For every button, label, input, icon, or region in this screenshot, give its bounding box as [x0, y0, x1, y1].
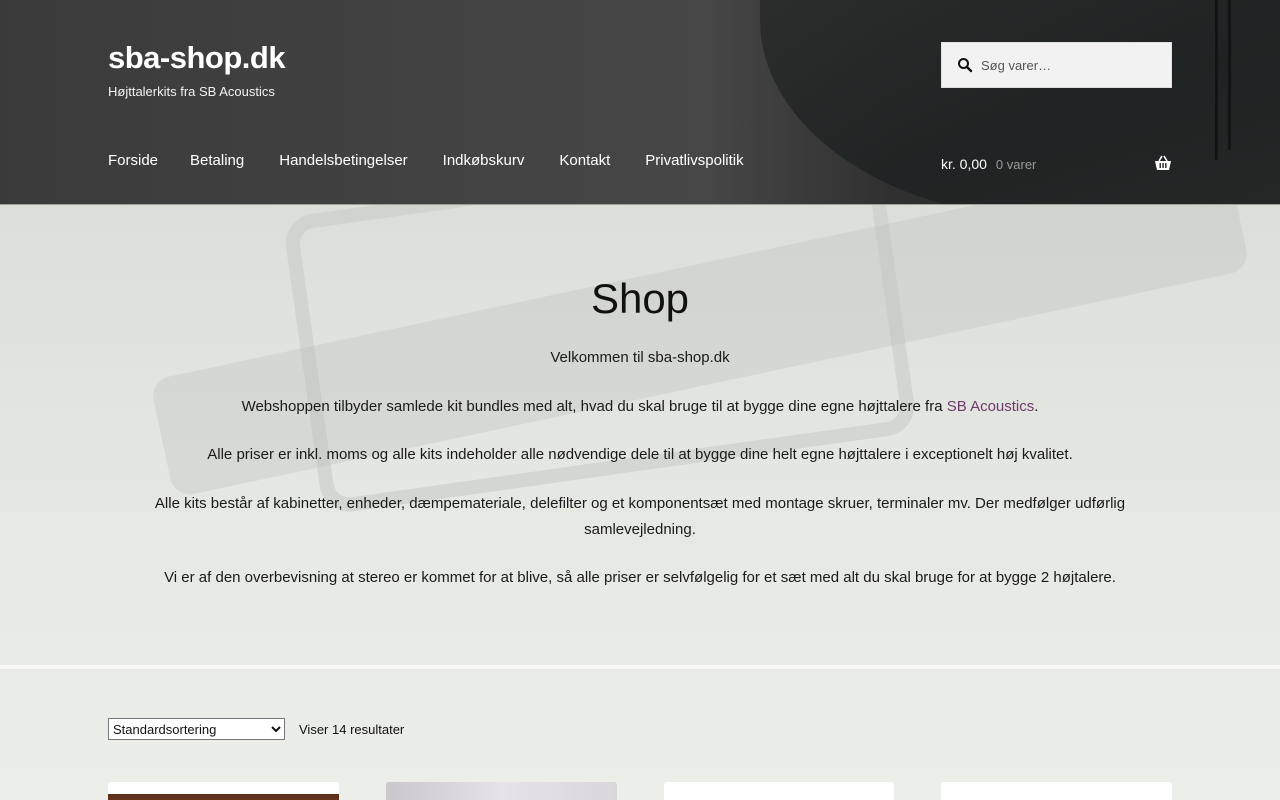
- nav-item-indkobskurv[interactable]: Indkøbskurv: [443, 152, 525, 169]
- header-background-detail: [1228, 0, 1231, 150]
- product-grid: [108, 782, 1172, 800]
- product-card[interactable]: [385, 782, 617, 800]
- intro-paragraph: Alle priser er inkl. moms og alle kits i…: [207, 446, 1073, 463]
- intro-paragraph: Alle kits består af kabinetter, enheder,…: [154, 494, 1126, 538]
- shop-toolbar: Standardsortering Viser 14 resultater: [108, 718, 404, 740]
- intro-paragraph: Vi er af den overbevisning at stereo er …: [164, 569, 1116, 586]
- nav-item-handelsbetingelser[interactable]: Handelsbetingelser: [279, 152, 407, 169]
- nav-item-betaling[interactable]: Betaling: [190, 152, 244, 169]
- site-header: sba-shop.dk Højttalerkits fra SB Acousti…: [0, 0, 1280, 205]
- intro-text: Webshoppen tilbyder samlede kit bundles …: [241, 397, 947, 415]
- intro-text: .: [1034, 397, 1039, 415]
- header-background-detail: [1215, 0, 1218, 160]
- sb-acoustics-link[interactable]: SB Acoustics: [947, 398, 1035, 415]
- hero-background-detail: [0, 665, 1280, 669]
- intro-paragraph: Webshoppen tilbyder samlede kit bundles …: [108, 394, 1172, 420]
- basket-icon: [1154, 155, 1172, 171]
- result-count: Viser 14 resultater: [299, 721, 405, 737]
- page-intro: Velkommen til sba-shop.dk Webshoppen til…: [108, 345, 1172, 614]
- nav-item-forside[interactable]: Forside: [108, 152, 158, 169]
- site-title-link[interactable]: sba-shop.dk: [108, 40, 286, 76]
- nav-item-privatlivspolitik[interactable]: Privatlivspolitik: [645, 152, 743, 169]
- cart-count: 0 varer: [995, 156, 1037, 172]
- primary-nav: Forside Betaling Handelsbetingelser Indk…: [108, 152, 744, 169]
- site-tagline: Højttalerkits fra SB Acoustics: [108, 84, 275, 99]
- search-input[interactable]: [981, 57, 1161, 73]
- sort-select[interactable]: Standardsortering: [108, 718, 285, 740]
- nav-item-kontakt[interactable]: Kontakt: [559, 152, 610, 169]
- product-card[interactable]: [941, 782, 1172, 800]
- cart-amount: kr. 0,00: [941, 156, 987, 172]
- cart-link[interactable]: kr. 0,00 0 varer: [941, 152, 1172, 176]
- intro-paragraph: Velkommen til sba-shop.dk: [550, 349, 730, 366]
- product-card[interactable]: [108, 782, 339, 800]
- page-title: Shop: [590, 275, 690, 322]
- search-icon: [957, 57, 973, 73]
- search-box[interactable]: [941, 42, 1172, 88]
- hero-section: Shop Velkommen til sba-shop.dk Webshoppe…: [0, 205, 1280, 800]
- product-card[interactable]: [663, 782, 895, 800]
